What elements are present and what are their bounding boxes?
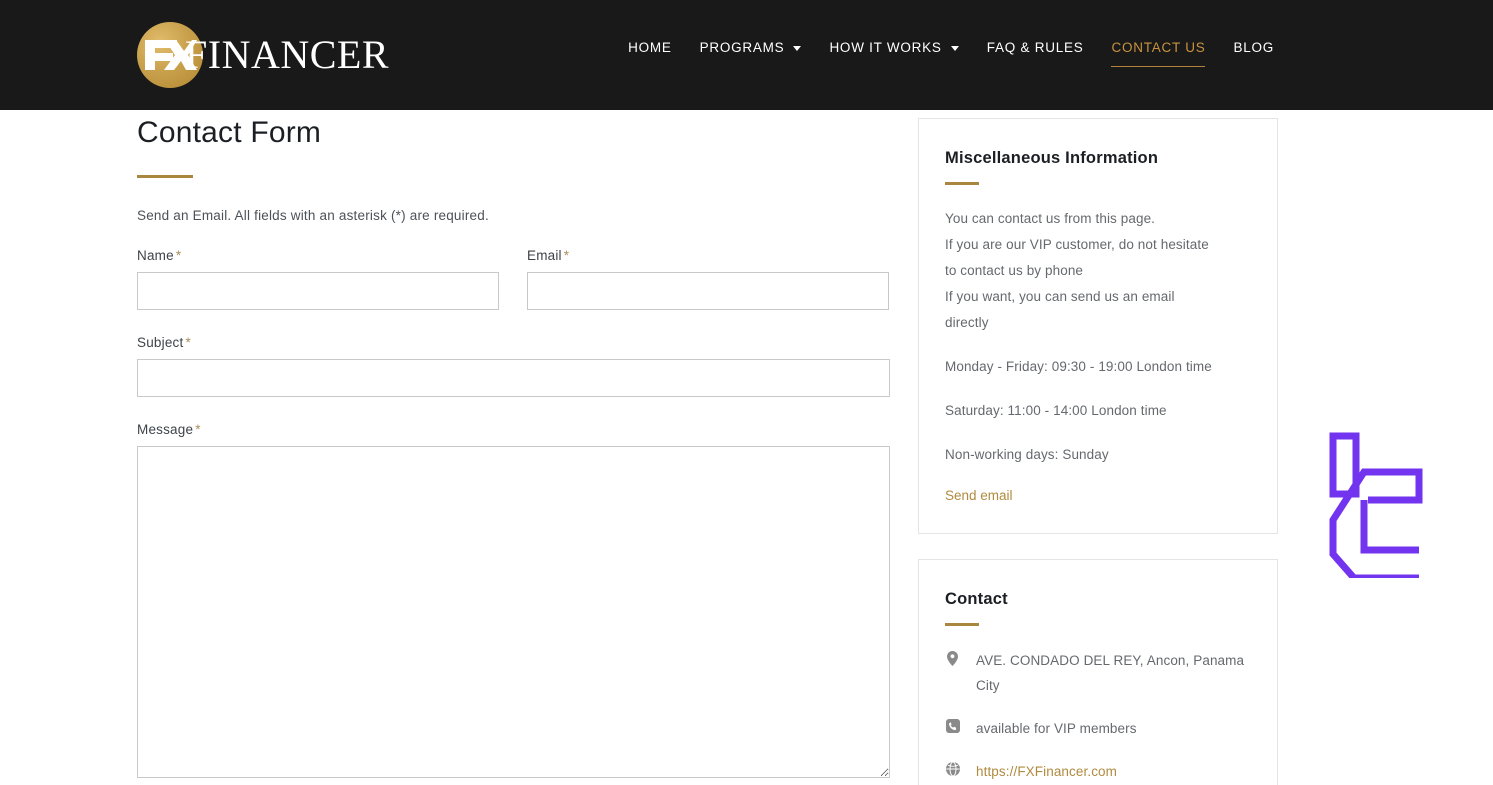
subject-field-group: Subject *: [137, 335, 890, 397]
required-asterisk: *: [185, 335, 191, 350]
email-input[interactable]: [527, 272, 889, 310]
nav-item-contact-us[interactable]: CONTACT US: [1097, 34, 1219, 67]
nav-item-faq-rules[interactable]: FAQ & RULES: [973, 34, 1098, 60]
title-accent-bar: [137, 175, 193, 178]
nav-item-home[interactable]: HOME: [614, 34, 686, 60]
contact-form-section: Contact Form Send an Email. All fields w…: [137, 115, 890, 778]
chevron-down-icon: [793, 45, 802, 51]
map-pin-icon: [945, 648, 960, 666]
nav-label: HOW IT WORKS: [829, 39, 942, 55]
nav-label: HOME: [628, 39, 672, 55]
message-label: Message *: [137, 422, 890, 437]
nav-item-programs[interactable]: PROGRAMS: [686, 34, 816, 60]
name-input[interactable]: [137, 272, 499, 310]
nav-label: FAQ & RULES: [986, 39, 1084, 55]
brand-logo[interactable]: FINANCER: [137, 22, 389, 88]
message-label-text: Message: [137, 422, 194, 437]
active-nav-underline: [1111, 66, 1206, 67]
required-asterisk: *: [195, 422, 201, 437]
nav-item-how-it-works[interactable]: HOW IT WORKS: [815, 34, 972, 60]
main-navigation: HOME PROGRAMS HOW IT WORKS FAQ & RULES C…: [614, 34, 1288, 67]
misc-information-card: Miscellaneous Information You can contac…: [918, 118, 1278, 534]
contact-row-phone: available for VIP members: [945, 716, 1251, 741]
misc-line: If you are our VIP customer, do not hesi…: [945, 237, 1209, 252]
message-textarea[interactable]: [137, 446, 890, 778]
subject-label-text: Subject: [137, 335, 184, 350]
message-field-group: Message *: [137, 422, 890, 778]
name-label: Name *: [137, 248, 499, 263]
address-text: AVE. CONDADO DEL REY, Ancon, Panama City: [976, 653, 1245, 693]
card-accent-bar: [945, 182, 979, 185]
required-asterisk: *: [175, 248, 182, 263]
message-row: Message *: [137, 422, 890, 778]
email-label-text: Email: [527, 248, 562, 263]
sidebar: Miscellaneous Information You can contac…: [918, 118, 1278, 785]
name-label-text: Name: [137, 248, 174, 263]
misc-line: If you want, you can send us an email: [945, 289, 1175, 304]
card-accent-bar: [945, 623, 979, 626]
name-field-group: Name *: [137, 248, 499, 310]
nav-label: PROGRAMS: [699, 39, 785, 55]
contact-card: Contact AVE. CONDADO DEL REY, Ancon, Pan…: [918, 559, 1278, 785]
email-label: Email *: [527, 248, 889, 263]
website-link[interactable]: https://FXFinancer.com: [976, 759, 1117, 784]
nav-label: BLOG: [1233, 39, 1274, 55]
contact-row-address: AVE. CONDADO DEL REY, Ancon, Panama City: [945, 648, 1251, 698]
subject-label: Subject *: [137, 335, 890, 350]
contact-details-list: AVE. CONDADO DEL REY, Ancon, Panama City…: [945, 648, 1251, 784]
form-intro-text: Send an Email. All fields with an asteri…: [137, 208, 489, 223]
hours-line: Monday - Friday: 09:30 - 19:00 London ti…: [945, 359, 1212, 374]
required-asterisk: *: [563, 248, 570, 263]
purple-brand-watermark: [1326, 428, 1426, 578]
phone-icon: [945, 716, 960, 733]
misc-line: directly: [945, 315, 989, 330]
email-field-group: Email *: [527, 248, 889, 310]
nav-label: CONTACT US: [1111, 39, 1206, 55]
brand-wordmark: FINANCER: [185, 32, 390, 77]
subject-input[interactable]: [137, 359, 890, 397]
contact-row-website: https://FXFinancer.com: [945, 759, 1251, 784]
page-body: Contact Form Send an Email. All fields w…: [0, 110, 1493, 785]
name-email-row: Name * Email *: [137, 248, 890, 310]
misc-line: You can contact us from this page.: [945, 211, 1156, 226]
site-header: FINANCER HOME PROGRAMS HOW IT WORKS FAQ …: [0, 0, 1493, 110]
nav-item-blog[interactable]: BLOG: [1219, 34, 1288, 60]
subject-row: Subject *: [137, 335, 890, 397]
phone-text: available for VIP members: [976, 721, 1137, 736]
misc-card-title: Miscellaneous Information: [945, 149, 1159, 167]
contact-card-title: Contact: [945, 590, 1008, 608]
hours-line: Non-working days: Sunday: [945, 447, 1109, 462]
globe-icon: [945, 759, 960, 776]
misc-line: to contact us by phone: [945, 263, 1084, 278]
misc-description: You can contact us from this page. If yo…: [945, 206, 1251, 336]
hours-line: Saturday: 11:00 - 14:00 London time: [945, 403, 1167, 418]
chevron-down-icon: [950, 45, 959, 51]
send-email-link[interactable]: Send email: [945, 488, 1013, 503]
page-title: Contact Form: [137, 116, 322, 149]
